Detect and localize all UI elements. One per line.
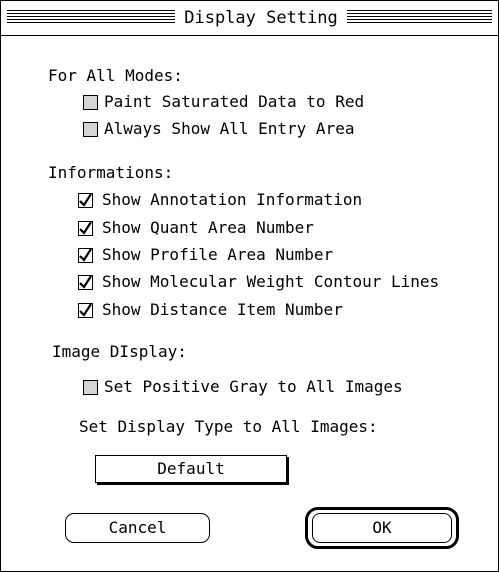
cancel-button[interactable]: Cancel [65,513,210,543]
checkbox-show-quant-area[interactable] [78,221,93,236]
checkbox-label-show-distance-item[interactable]: Show Distance Item Number [102,300,343,320]
display-setting-dialog: Display Setting For All Modes: Paint Sat… [0,0,499,572]
checkmark-icon [79,248,92,262]
checkbox-label-always-show-entry[interactable]: Always Show All Entry Area [104,119,354,139]
checkbox-show-annotation[interactable] [78,193,93,208]
checkbox-show-mw-contour[interactable] [78,275,93,290]
section-label-image-display: Image DIsplay: [52,342,187,361]
checkmark-icon [79,275,92,289]
checkbox-positive-gray[interactable] [83,380,98,395]
checkbox-label-positive-gray[interactable]: Set Positive Gray to All Images [104,377,403,397]
section-label-informations: Informations: [48,163,174,182]
section-label-all-modes: For All Modes: [48,66,183,85]
checkbox-label-show-annotation[interactable]: Show Annotation Information [102,190,362,210]
checkmark-icon [79,221,92,235]
checkbox-label-show-quant-area[interactable]: Show Quant Area Number [102,218,314,238]
checkbox-label-show-mw-contour[interactable]: Show Molecular Weight Contour Lines [102,272,439,292]
checkbox-show-profile-area[interactable] [78,248,93,263]
title-bar[interactable]: Display Setting [1,1,498,36]
display-type-value: Default [157,459,225,478]
dialog-title: Display Setting [175,4,347,32]
checkbox-show-distance-item[interactable] [78,303,93,318]
display-type-label: Set Display Type to All Images: [79,417,378,436]
display-type-popup[interactable]: Default [95,455,287,483]
checkbox-label-show-profile-area[interactable]: Show Profile Area Number [102,245,333,265]
checkbox-paint-saturated[interactable] [83,95,98,110]
title-bar-stripes-right [347,10,492,25]
checkbox-label-paint-saturated[interactable]: Paint Saturated Data to Red [104,92,364,112]
ok-button-label: OK [312,513,452,543]
title-bar-stripes-left [7,10,175,25]
ok-button[interactable]: OK [305,507,459,549]
checkbox-always-show-entry[interactable] [83,122,98,137]
checkmark-icon [79,303,92,317]
checkmark-icon [79,193,92,207]
